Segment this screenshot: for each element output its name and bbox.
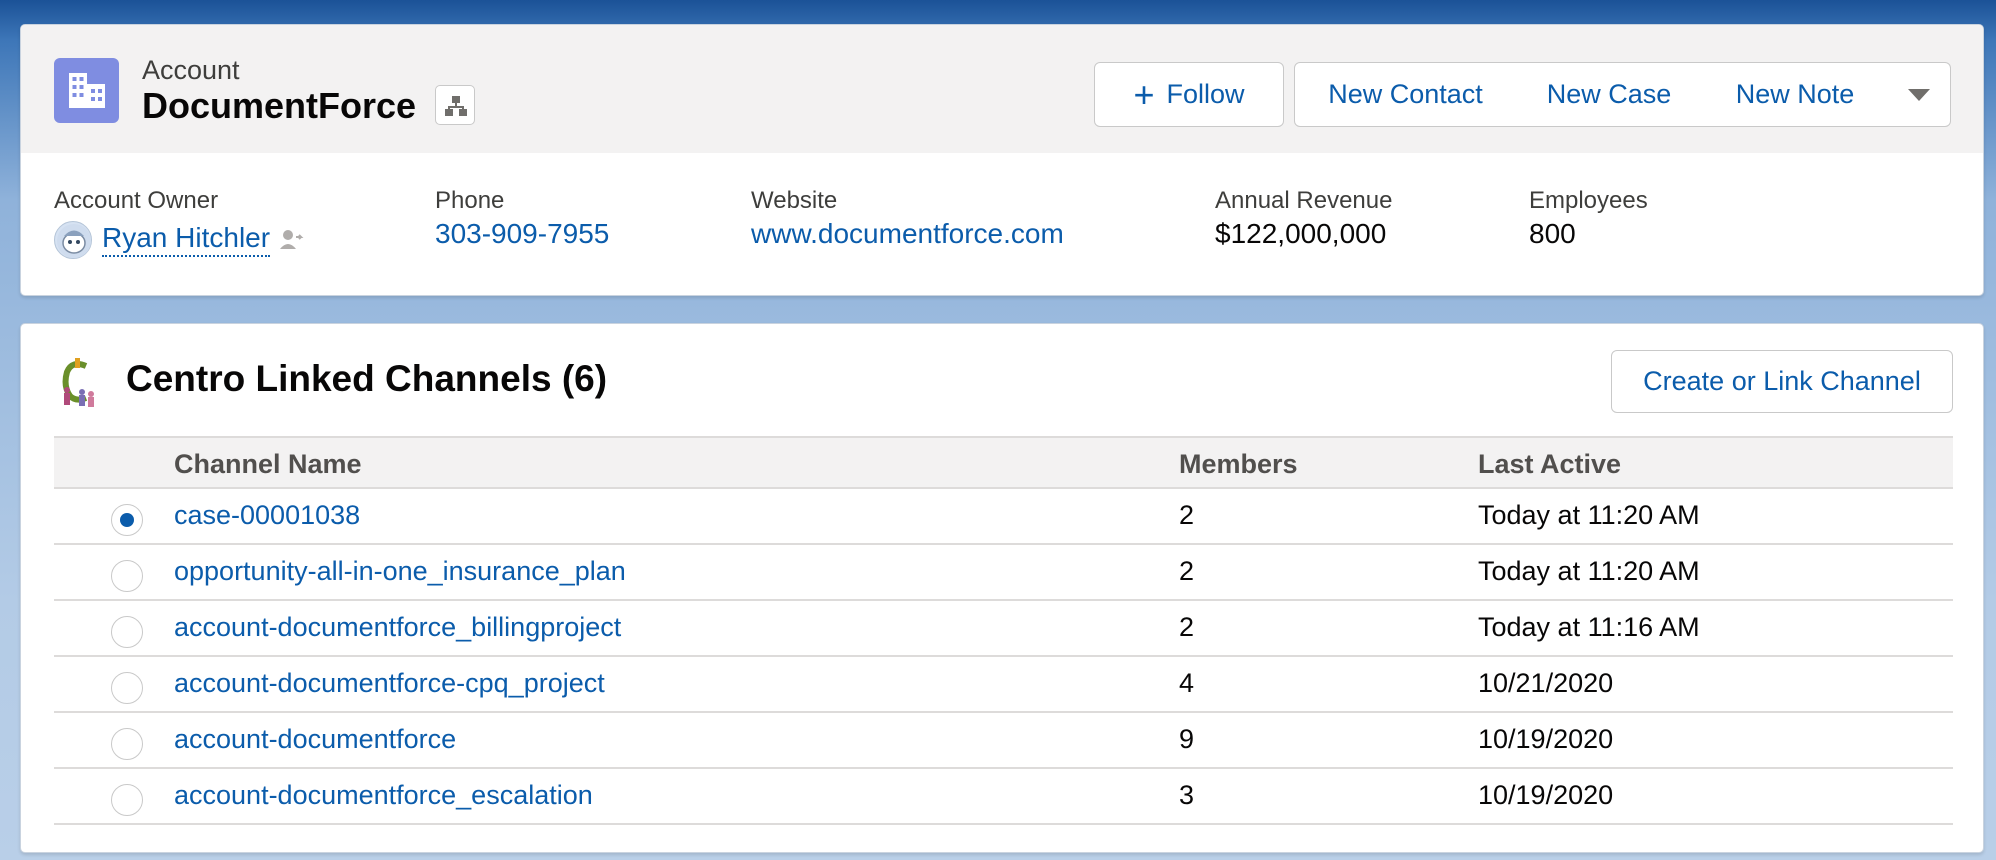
new-contact-button[interactable]: New Contact xyxy=(1294,62,1517,127)
hierarchy-icon xyxy=(445,96,467,116)
channel-name-link[interactable]: opportunity-all-in-one_insurance_plan xyxy=(174,556,626,587)
object-type-label: Account xyxy=(142,55,240,85)
follow-button[interactable]: + Follow xyxy=(1094,62,1284,127)
row-radio-button[interactable] xyxy=(111,560,143,592)
channel-name-link[interactable]: account-documentforce xyxy=(174,724,456,755)
members-count: 2 xyxy=(1179,500,1195,530)
table-row: case-00001038 2 Today at 11:20 AM xyxy=(54,489,1953,545)
employees-value: 800 xyxy=(1529,218,1576,249)
last-active-value: Today at 11:16 AM xyxy=(1478,612,1700,642)
last-active-value: Today at 11:20 AM xyxy=(1478,500,1700,530)
channel-name-link[interactable]: account-documentforce-cpq_project xyxy=(174,668,605,699)
column-header-members[interactable]: Members xyxy=(1179,449,1298,480)
website-label: Website xyxy=(751,187,838,214)
plus-icon: + xyxy=(1133,73,1155,115)
table-header: Channel Name Members Last Active xyxy=(54,436,1953,489)
building-icon xyxy=(54,58,119,123)
view-hierarchy-button[interactable] xyxy=(435,85,475,125)
last-active-value: Today at 11:20 AM xyxy=(1478,556,1700,586)
avatar xyxy=(54,221,92,259)
chevron-down-icon xyxy=(1908,88,1930,101)
create-or-link-channel-button[interactable]: Create or Link Channel xyxy=(1611,350,1953,413)
annual-revenue-label: Annual Revenue xyxy=(1215,187,1393,214)
channel-name-link[interactable]: case-00001038 xyxy=(174,500,360,531)
annual-revenue-value: $122,000,000 xyxy=(1215,218,1387,249)
new-case-button[interactable]: New Case xyxy=(1516,62,1703,127)
channel-name-link[interactable]: account-documentforce_escalation xyxy=(174,780,593,811)
table-row: account-documentforce-cpq_project 4 10/21/… xyxy=(54,657,1953,713)
row-radio-button[interactable] xyxy=(111,616,143,648)
change-owner-icon[interactable] xyxy=(278,227,304,258)
centro-logo xyxy=(58,356,98,410)
record-header: Account DocumentForce + Follow New Conta… xyxy=(20,24,1984,296)
follow-label: Follow xyxy=(1166,79,1245,109)
table-row: opportunity-all-in-one_insurance_plan 2 To… xyxy=(54,545,1953,601)
new-note-button[interactable]: New Note xyxy=(1702,62,1889,127)
table-row: account-documentforce_escalation 3 10/19/2… xyxy=(54,769,1953,825)
column-header-channel-name[interactable]: Channel Name xyxy=(174,449,362,480)
members-count: 4 xyxy=(1179,668,1195,698)
members-count: 9 xyxy=(1179,724,1195,754)
table-row: account-documentforce_billingproject 2 Tod… xyxy=(54,601,1953,657)
phone-link[interactable]: 303-909-7955 xyxy=(435,218,609,250)
table-body: case-00001038 2 Today at 11:20 AM opportuni… xyxy=(54,489,1953,825)
row-radio-button[interactable] xyxy=(111,672,143,704)
last-active-value: 10/19/2020 xyxy=(1478,724,1614,754)
phone-label: Phone xyxy=(435,187,505,214)
column-header-last-active[interactable]: Last Active xyxy=(1478,449,1621,480)
centro-channels-card: Centro Linked Channels (6) Create or Lin… xyxy=(20,323,1984,853)
members-count: 3 xyxy=(1179,780,1195,810)
channel-name-link[interactable]: account-documentforce_billingproject xyxy=(174,612,621,643)
account-owner-link[interactable]: Ryan Hitchler xyxy=(102,221,271,257)
last-active-value: 10/19/2020 xyxy=(1478,780,1614,810)
members-count: 2 xyxy=(1179,612,1195,642)
record-name: DocumentForce xyxy=(142,85,417,126)
row-radio-button[interactable] xyxy=(111,504,143,536)
channels-table: Channel Name Members Last Active case-00… xyxy=(54,436,1953,825)
table-row: account-documentforce 9 10/19/2020 xyxy=(54,713,1953,769)
record-header-top: Account DocumentForce + Follow New Conta… xyxy=(21,25,1983,153)
members-count: 2 xyxy=(1179,556,1195,586)
website-link[interactable]: www.documentforce.com xyxy=(751,218,1064,250)
account-owner-label: Account Owner xyxy=(54,187,219,214)
row-radio-button[interactable] xyxy=(111,728,143,760)
employees-label: Employees xyxy=(1529,187,1648,214)
last-active-value: 10/21/2020 xyxy=(1478,668,1614,698)
row-radio-button[interactable] xyxy=(111,784,143,816)
more-actions-button[interactable] xyxy=(1888,62,1951,127)
card-title: Centro Linked Channels (6) xyxy=(126,358,608,399)
